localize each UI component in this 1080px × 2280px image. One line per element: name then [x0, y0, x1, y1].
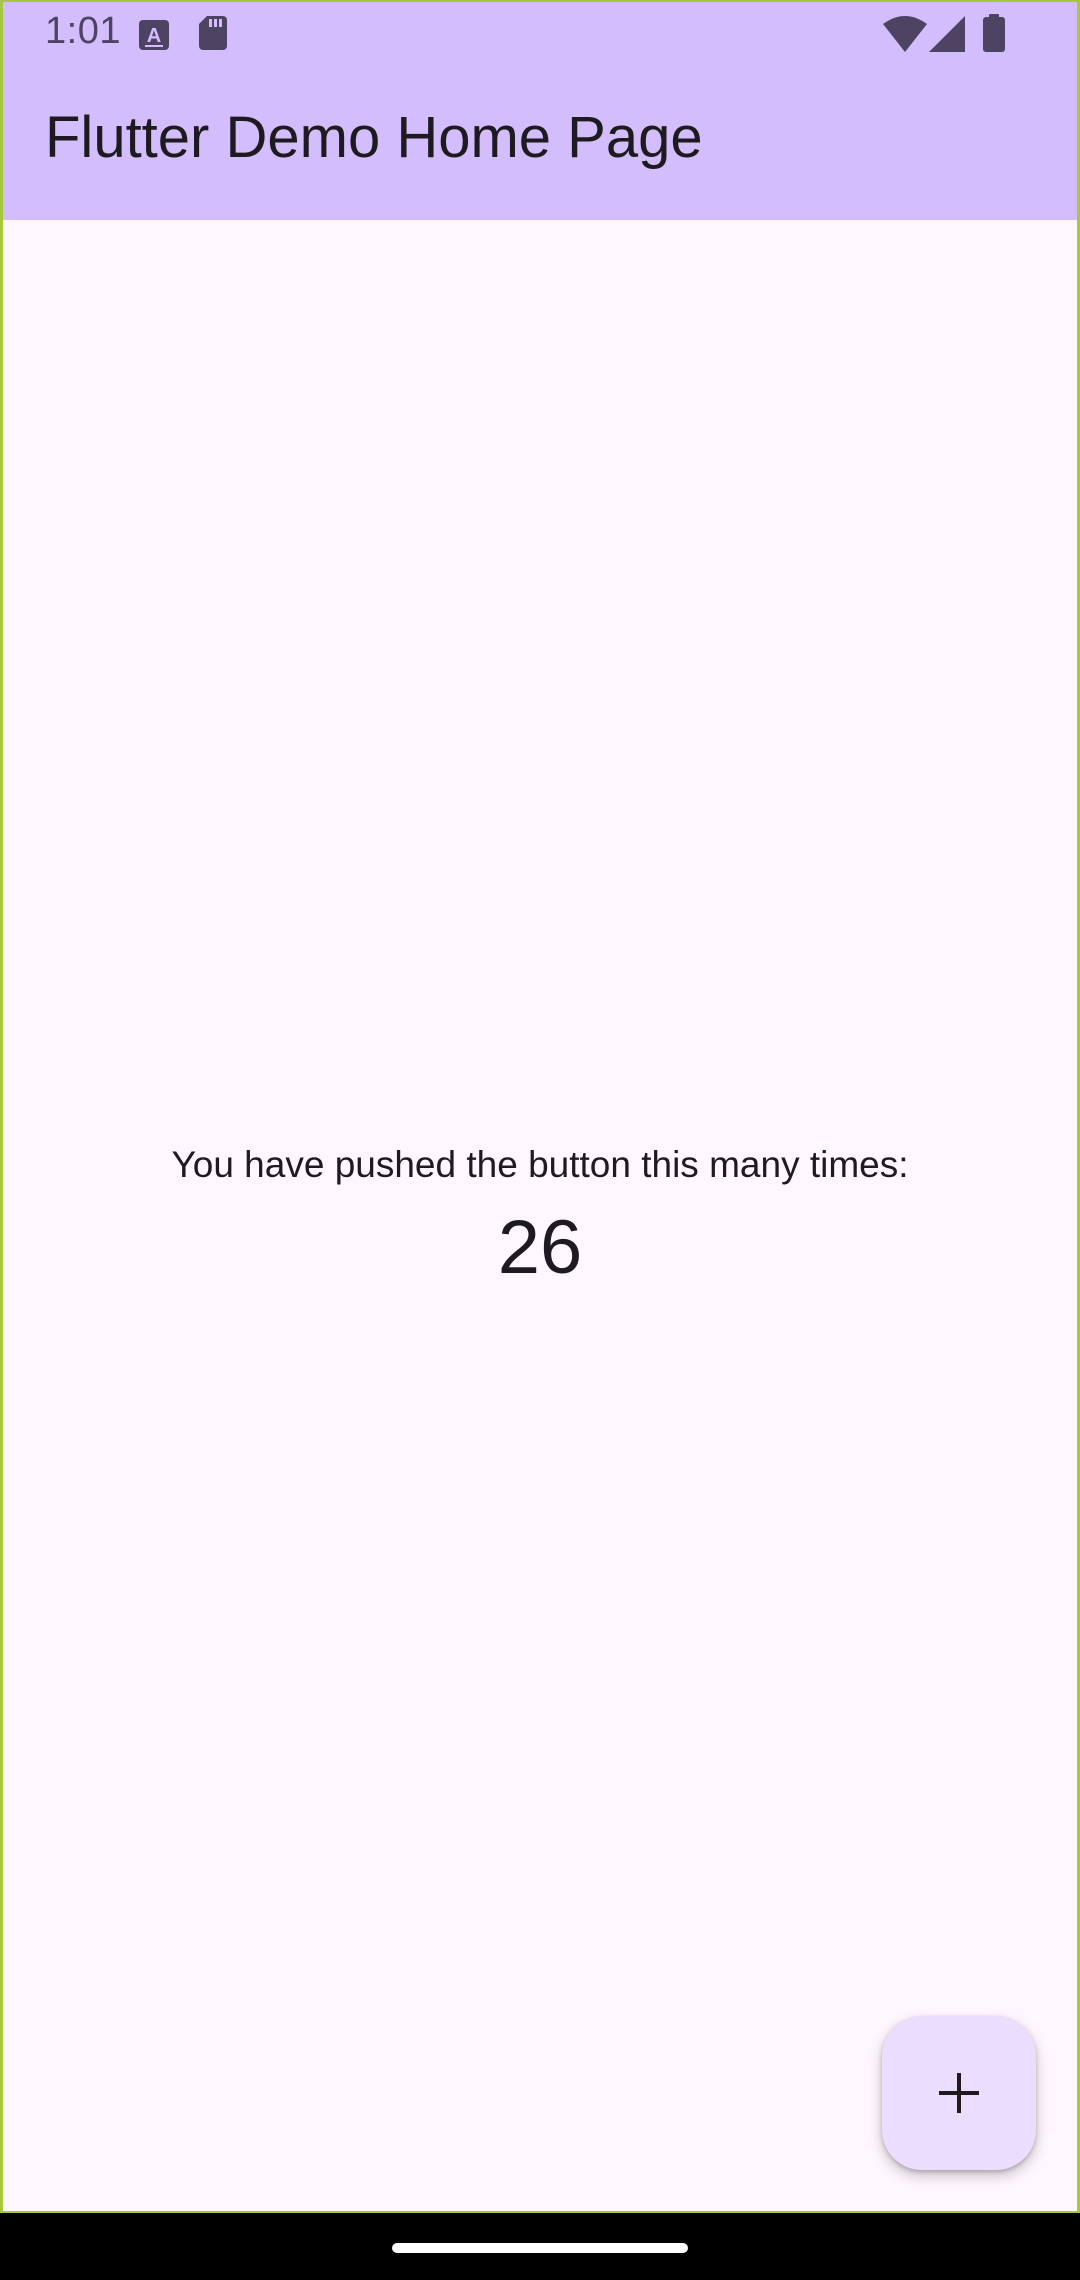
- page-title: Flutter Demo Home Page: [45, 105, 703, 170]
- app-window: 1:01 A Flutter Demo Home Page You have p…: [0, 0, 1080, 2214]
- plus-icon: [939, 2073, 979, 2113]
- increment-button[interactable]: [882, 2016, 1036, 2170]
- wifi-icon: [883, 16, 927, 52]
- counter-value: 26: [497, 1205, 583, 1290]
- font-a-icon: A: [139, 20, 169, 50]
- svg-text:A: A: [147, 25, 161, 47]
- sd-card-icon: [199, 16, 227, 50]
- system-nav-bar: [0, 2213, 1080, 2280]
- app-bar: Flutter Demo Home Page: [3, 66, 1077, 220]
- counter-label: You have pushed the button this many tim…: [171, 1144, 909, 1185]
- status-bar: 1:01 A: [3, 2, 1077, 66]
- home-gesture-handle[interactable]: [392, 2243, 688, 2253]
- cell-signal-icon: [929, 16, 965, 52]
- device-screen: 1:01 A Flutter Demo Home Page You have p…: [0, 0, 1080, 2280]
- battery-icon: [983, 14, 1005, 52]
- status-time: 1:01: [45, 10, 121, 52]
